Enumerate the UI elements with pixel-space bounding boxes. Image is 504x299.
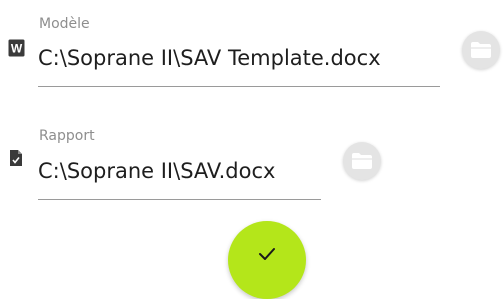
rapport-browse-button[interactable]	[343, 142, 381, 180]
word-file-icon: W	[8, 39, 25, 61]
rapport-label: Rapport	[39, 128, 95, 144]
confirm-button[interactable]	[228, 221, 306, 299]
modele-label: Modèle	[39, 16, 90, 32]
modele-browse-button[interactable]	[462, 31, 500, 69]
folder-open-icon	[352, 153, 372, 169]
rapport-underline	[38, 199, 321, 200]
rapport-path-input[interactable]: C:\Soprane II\SAV.docx	[38, 157, 275, 185]
modele-underline	[38, 86, 440, 87]
svg-text:W: W	[11, 42, 23, 56]
check-icon	[259, 248, 275, 260]
modele-path-input[interactable]: C:\Soprane II\SAV Template.docx	[38, 44, 381, 72]
document-file-icon	[9, 149, 23, 171]
folder-open-icon	[471, 42, 491, 58]
